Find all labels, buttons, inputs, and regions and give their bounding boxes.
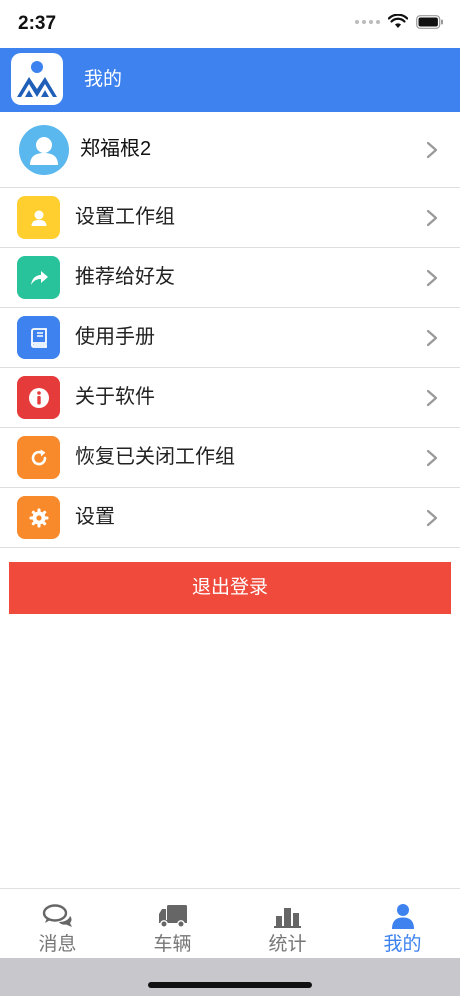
- tab-bar: 消息 车辆 统计 我的: [0, 888, 460, 959]
- chevron-right-icon: [426, 209, 438, 226]
- chevron-right-icon: [426, 389, 438, 406]
- profile-name: 郑福根2: [80, 138, 152, 160]
- menu-item-label: 使用手册: [75, 326, 155, 348]
- chevron-right-icon: [426, 449, 438, 466]
- signal-icon: [355, 19, 380, 24]
- bar-chart-icon: [273, 908, 301, 928]
- chat-icon: [42, 904, 72, 927]
- menu-item-label: 关于软件: [75, 386, 155, 408]
- header: 我的: [0, 48, 460, 112]
- chevron-right-icon: [426, 141, 438, 158]
- page-title: 我的: [84, 69, 123, 90]
- menu-item-label: 恢复已关闭工作组: [75, 446, 235, 468]
- menu-item-set-workgroup[interactable]: 设置工作组: [0, 188, 460, 248]
- home-indicator-area: [0, 958, 460, 996]
- info-icon: [17, 376, 60, 419]
- menu-item-recommend[interactable]: 推荐给好友: [0, 248, 460, 308]
- tab-messages[interactable]: 消息: [0, 889, 115, 959]
- tab-label: 统计: [268, 934, 307, 955]
- truck-icon: [158, 905, 187, 928]
- menu-item-manual[interactable]: 使用手册: [0, 308, 460, 368]
- share-icon: [17, 256, 60, 299]
- menu-item-label: 设置工作组: [75, 206, 175, 228]
- book-icon: [17, 316, 60, 359]
- profile-row[interactable]: 郑福根2: [0, 112, 460, 188]
- wifi-icon: [388, 14, 408, 28]
- logout-button[interactable]: 退出登录: [9, 562, 451, 614]
- menu-item-settings[interactable]: 设置: [0, 488, 460, 548]
- status-time: 2:37: [18, 13, 57, 34]
- tab-statistics[interactable]: 统计: [230, 889, 345, 959]
- chevron-right-icon: [426, 269, 438, 286]
- menu-item-restore-workgroup[interactable]: 恢复已关闭工作组: [0, 428, 460, 488]
- avatar: [19, 125, 69, 175]
- home-indicator[interactable]: [148, 982, 312, 988]
- user-icon: [17, 196, 60, 239]
- tab-mine[interactable]: 我的: [345, 889, 460, 959]
- app-logo: [11, 53, 63, 105]
- status-indicators: [355, 14, 444, 29]
- tab-label: 车辆: [153, 934, 192, 955]
- menu-item-label: 设置: [75, 506, 115, 528]
- menu-item-label: 推荐给好友: [75, 266, 175, 288]
- status-bar: 2:37: [0, 0, 460, 48]
- tab-label: 消息: [38, 934, 77, 955]
- gear-icon: [17, 496, 60, 539]
- person-icon: [391, 904, 414, 929]
- tab-vehicles[interactable]: 车辆: [115, 889, 230, 959]
- chevron-right-icon: [426, 509, 438, 526]
- menu-item-about[interactable]: 关于软件: [0, 368, 460, 428]
- refresh-icon: [17, 436, 60, 479]
- tab-label: 我的: [383, 934, 422, 955]
- battery-icon: [416, 14, 443, 29]
- chevron-right-icon: [426, 329, 438, 346]
- menu-list: 郑福根2 设置工作组 推荐给好友 使用手册 关于软件 恢复已关闭工作组 设置: [0, 112, 460, 548]
